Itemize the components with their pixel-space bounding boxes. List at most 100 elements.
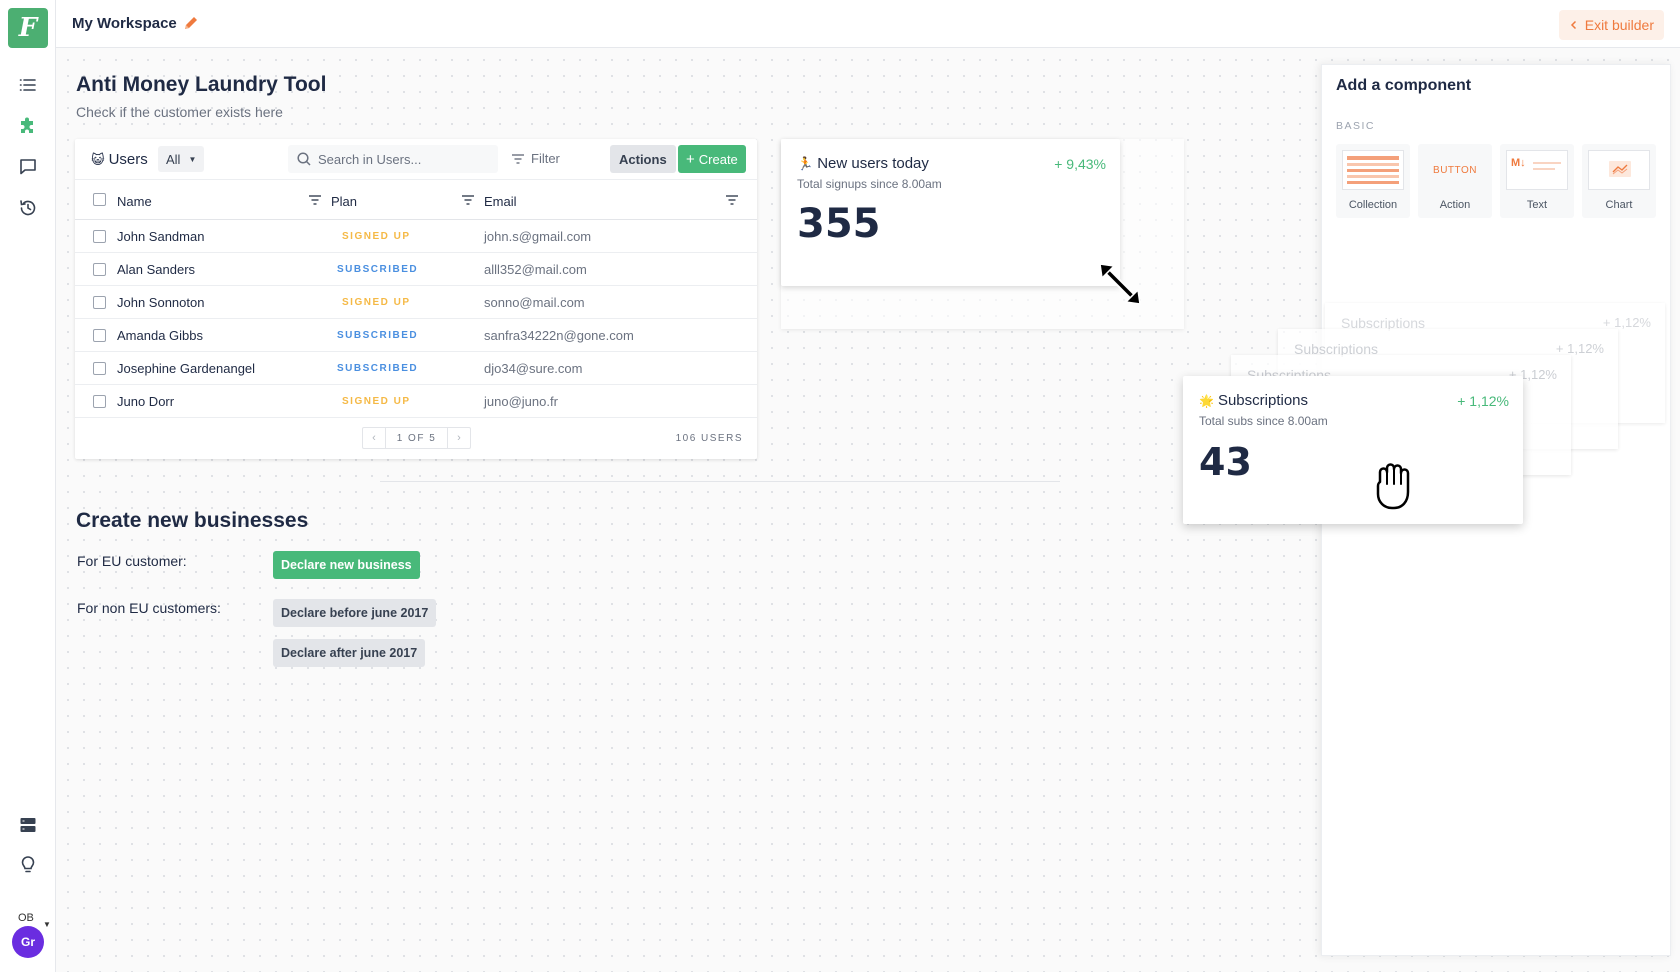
- search-input[interactable]: [318, 151, 488, 167]
- cat-icon: 😺: [91, 151, 105, 167]
- declare-before-button[interactable]: Declare before june 2017: [273, 599, 437, 627]
- chevron-down-icon[interactable]: ▼: [43, 920, 51, 929]
- row-checkbox[interactable]: [93, 296, 106, 309]
- cell-name: Josephine Gardenangel: [117, 361, 256, 376]
- plan-badge: SUBSCRIBED: [337, 264, 419, 275]
- filter-button[interactable]: Filter: [511, 151, 560, 166]
- table-title-label: Users: [108, 151, 148, 168]
- prev-page-button[interactable]: ‹: [363, 427, 385, 449]
- page-title: Anti Money Laundry Tool: [76, 73, 327, 96]
- app-logo[interactable]: F: [8, 8, 48, 48]
- column-header-name[interactable]: Name: [117, 194, 152, 209]
- lightbulb-icon[interactable]: [16, 853, 40, 877]
- businesses-title: Create new businesses: [76, 509, 309, 532]
- workspace-title[interactable]: My Workspace: [72, 15, 177, 32]
- chat-icon[interactable]: [16, 155, 40, 179]
- component-tile-collection[interactable]: Collection: [1336, 144, 1410, 218]
- resize-cursor-icon[interactable]: [1098, 262, 1142, 306]
- table-row[interactable]: John Sandman SIGNED UP john.s@gmail.com: [75, 220, 757, 253]
- action-thumbnail: BUTTON: [1424, 150, 1486, 190]
- declare-after-button[interactable]: Declare after june 2017: [273, 639, 426, 667]
- table-row[interactable]: Juno Dorr SIGNED UP juno@juno.fr: [75, 385, 757, 418]
- column-header-plan[interactable]: Plan: [331, 194, 357, 209]
- column-header-email[interactable]: Email: [484, 194, 517, 209]
- view-select[interactable]: All ▼: [158, 146, 205, 172]
- search-icon: [297, 152, 311, 166]
- plan-badge: SIGNED UP: [342, 231, 411, 242]
- stat-title: 🏃 New users today: [797, 155, 929, 172]
- cell-email: alll352@mail.com: [484, 262, 587, 277]
- next-page-button[interactable]: ›: [448, 427, 470, 449]
- avatar[interactable]: Gr: [12, 926, 44, 958]
- stat-card-subscriptions[interactable]: 🌟 Subscriptions Total subs since 8.00am …: [1183, 376, 1523, 524]
- stat-value: 355: [797, 201, 881, 247]
- grab-cursor-icon[interactable]: [1370, 458, 1418, 514]
- table-toolbar: 😺 Users All ▼ Filter Actions + Create: [75, 139, 757, 179]
- plan-badge: SIGNED UP: [342, 297, 411, 308]
- row-checkbox[interactable]: [93, 362, 106, 375]
- view-select-value: All: [166, 151, 181, 167]
- create-button[interactable]: + Create: [678, 145, 746, 173]
- column-filter-icon[interactable]: [725, 194, 739, 206]
- total-users: 106 USERS: [675, 433, 743, 444]
- pencil-icon[interactable]: [182, 14, 200, 32]
- section-basic: BASIC: [1336, 120, 1376, 132]
- declare-new-business-button[interactable]: Declare new business: [273, 551, 420, 579]
- row-checkbox[interactable]: [93, 230, 106, 243]
- actions-button[interactable]: Actions: [610, 145, 676, 173]
- row-checkbox[interactable]: [93, 395, 106, 408]
- create-label: Create: [698, 151, 738, 167]
- stat-delta: + 1,12%: [1457, 393, 1509, 409]
- table-row[interactable]: John Sonnoton SIGNED UP sonno@mail.com: [75, 286, 757, 319]
- table-header: Name Plan Email: [75, 179, 757, 220]
- user-menu[interactable]: OB Gr ▼: [10, 912, 51, 962]
- list-icon[interactable]: [16, 73, 40, 97]
- stat-subtitle: Total subs since 8.00am: [1199, 414, 1328, 428]
- cell-email: john.s@gmail.com: [484, 229, 592, 244]
- ghost-delta: + 1,12%: [1602, 315, 1651, 330]
- stat-title: 🌟 Subscriptions: [1199, 392, 1308, 409]
- database-icon[interactable]: [16, 813, 40, 837]
- plan-badge: SIGNED UP: [342, 396, 411, 407]
- component-tile-chart[interactable]: Chart: [1582, 144, 1656, 218]
- component-tile-action[interactable]: BUTTON Action: [1418, 144, 1492, 218]
- tile-label: Action: [1439, 199, 1471, 211]
- stat-card-new-users[interactable]: 🏃 New users today Total signups since 8.…: [781, 139, 1120, 286]
- cell-name: Alan Sanders: [117, 262, 196, 277]
- users-table-card: 😺 Users All ▼ Filter Actions + Create Na…: [75, 139, 757, 459]
- text-thumbnail: M↓: [1506, 150, 1568, 190]
- button-thumb-text: BUTTON: [1433, 164, 1477, 176]
- left-sidebar: F OB Gr ▼: [0, 0, 56, 972]
- table-row[interactable]: Josephine Gardenangel SUBSCRIBED djo34@s…: [75, 352, 757, 385]
- exit-builder-button[interactable]: Exit builder: [1558, 10, 1664, 40]
- column-filter-icon[interactable]: [308, 194, 322, 206]
- plus-icon: +: [686, 150, 695, 168]
- component-tile-text[interactable]: M↓ Text: [1500, 144, 1574, 218]
- select-all-checkbox[interactable]: [93, 193, 106, 206]
- column-filter-icon[interactable]: [461, 194, 475, 206]
- cell-email: sonno@mail.com: [484, 295, 585, 310]
- collection-thumbnail: [1342, 150, 1404, 190]
- history-icon[interactable]: [16, 196, 40, 220]
- ghost-delta: + 1,12%: [1555, 341, 1604, 356]
- non-eu-label: For non EU customers:: [77, 600, 221, 616]
- markdown-icon: M↓: [1511, 157, 1526, 169]
- cell-email: sanfra34222n@gone.com: [484, 328, 634, 343]
- search-box[interactable]: [288, 145, 498, 173]
- cell-name: Juno Dorr: [117, 394, 175, 409]
- cell-name: John Sonnoton: [117, 295, 205, 310]
- stat-value: 43: [1199, 440, 1252, 484]
- pagination: ‹ 1 OF 5 ›: [362, 427, 471, 449]
- row-checkbox[interactable]: [93, 263, 106, 276]
- cell-name: Amanda Gibbs: [117, 328, 203, 343]
- section-divider: [380, 481, 1060, 482]
- panel-title: Add a component: [1336, 77, 1472, 94]
- filter-icon: [512, 153, 524, 164]
- chart-icon: [1609, 161, 1631, 177]
- eu-label: For EU customer:: [77, 553, 187, 569]
- row-checkbox[interactable]: [93, 329, 106, 342]
- table-row[interactable]: Amanda Gibbs SUBSCRIBED sanfra34222n@gon…: [75, 319, 757, 352]
- cell-email: djo34@sure.com: [484, 361, 583, 376]
- puzzle-icon[interactable]: [16, 115, 40, 139]
- table-row[interactable]: Alan Sanders SUBSCRIBED alll352@mail.com: [75, 253, 757, 286]
